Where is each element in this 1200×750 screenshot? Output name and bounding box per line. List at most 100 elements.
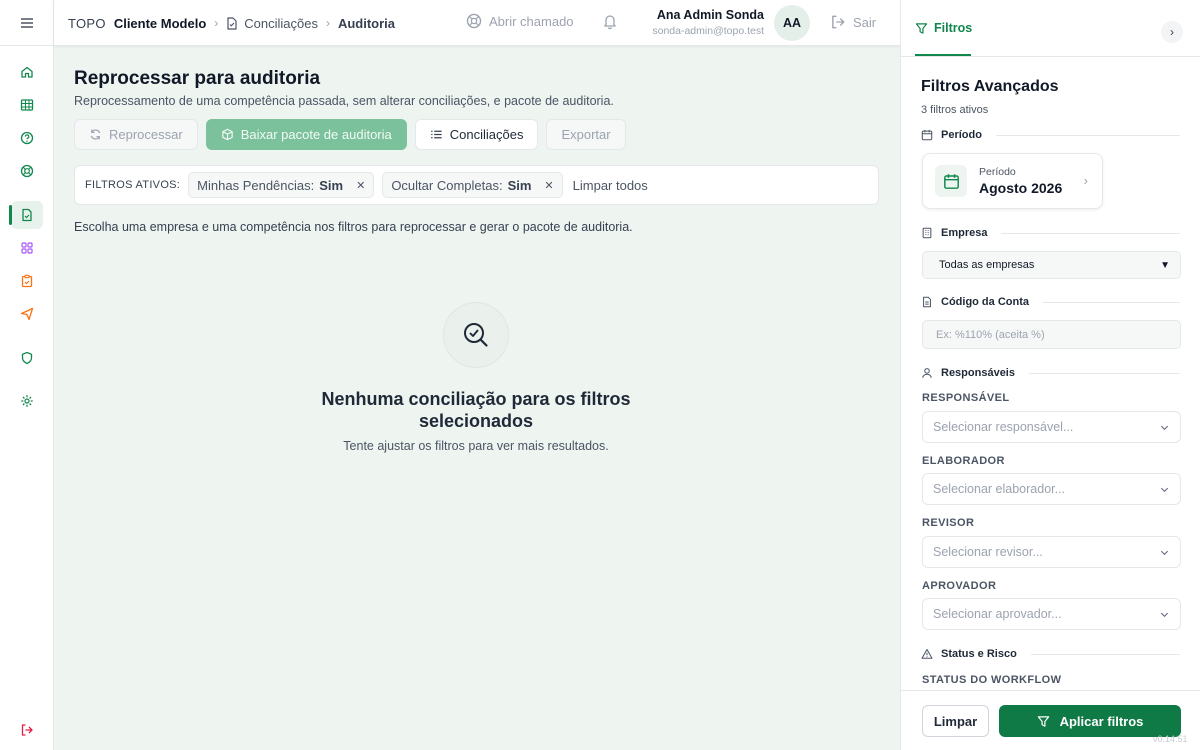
breadcrumb-conciliations[interactable]: Conciliações bbox=[226, 16, 318, 31]
section-responsibles-label: Responsáveis bbox=[941, 367, 1015, 379]
download-audit-package-button[interactable]: Baixar pacote de auditoria bbox=[205, 119, 407, 150]
logout-label: Sair bbox=[853, 14, 877, 30]
chevron-down-icon bbox=[1160, 487, 1169, 493]
active-filters-label: FILTROS ATIVOS: bbox=[85, 179, 181, 191]
lifebuoy-icon bbox=[466, 13, 482, 29]
sidebar-item-settings[interactable] bbox=[11, 387, 43, 415]
section-account-code: Código da Conta bbox=[921, 296, 1180, 308]
settings-icon bbox=[21, 395, 33, 407]
breadcrumb-current: Auditoria bbox=[337, 15, 396, 31]
period-value: Agosto 2026 bbox=[979, 180, 1063, 196]
conciliations-label: Conciliações bbox=[449, 127, 524, 142]
filter-chip-name: Minhas Pendências: bbox=[197, 177, 315, 193]
open-ticket-label: Abrir chamado bbox=[489, 13, 574, 29]
approver-placeholder: Selecionar aprovador... bbox=[933, 607, 1062, 621]
download-audit-package-label: Baixar pacote de auditoria bbox=[240, 127, 392, 142]
bell-icon bbox=[604, 15, 616, 30]
sidebar-item-support[interactable] bbox=[11, 157, 43, 185]
page-title: Reprocessar para auditoria bbox=[74, 68, 321, 89]
panel-title: Filtros Avançados bbox=[921, 78, 1059, 95]
action-toolbar: Reprocessar Baixar pacote de auditoria C… bbox=[74, 119, 626, 150]
tab-filters-label: Filtros bbox=[934, 21, 973, 35]
document-icon bbox=[923, 296, 931, 308]
breadcrumb-label: Conciliações bbox=[244, 15, 318, 31]
document-icon bbox=[22, 208, 32, 222]
clear-all-filters-link[interactable]: Limpar todos bbox=[573, 178, 648, 193]
clear-filters-button[interactable]: Limpar bbox=[922, 705, 989, 737]
calendar-icon bbox=[921, 129, 933, 141]
active-filters-count: 3 filtros ativos bbox=[921, 104, 989, 116]
section-period: Período bbox=[921, 129, 1180, 141]
sidebar-item-logout[interactable] bbox=[11, 716, 43, 744]
sidebar-item-conciliations[interactable] bbox=[9, 201, 43, 229]
building-icon bbox=[922, 227, 932, 239]
calendar-icon bbox=[935, 165, 967, 197]
chevron-right-icon: › bbox=[325, 16, 330, 30]
user-info[interactable]: Ana Admin Sonda sonda-admin@topo.test bbox=[644, 8, 764, 37]
filter-icon bbox=[915, 22, 928, 34]
chevron-right-icon: › bbox=[1170, 25, 1174, 39]
brand-logo[interactable]: TOPO bbox=[68, 16, 106, 31]
export-button[interactable]: Exportar bbox=[546, 119, 626, 150]
search-check-icon bbox=[464, 323, 488, 347]
notifications-button[interactable] bbox=[602, 13, 618, 35]
sidebar-item-send[interactable] bbox=[11, 300, 43, 328]
reviewer-placeholder: Selecionar revisor... bbox=[933, 545, 1043, 559]
account-code-input[interactable]: Ex: %110% (aceita %) bbox=[922, 320, 1181, 349]
document-icon bbox=[227, 16, 237, 30]
logout-button[interactable]: Sair bbox=[830, 14, 876, 30]
responsible-placeholder: Selecionar responsável... bbox=[933, 420, 1074, 434]
instruction-text: Escolha uma empresa e uma competência no… bbox=[74, 220, 633, 234]
preparer-select[interactable]: Selecionar elaborador... bbox=[922, 473, 1181, 505]
reprocess-button[interactable]: Reprocessar bbox=[74, 119, 198, 150]
section-status-risk-label: Status e Risco bbox=[941, 648, 1017, 660]
section-company: Empresa bbox=[921, 227, 1180, 239]
package-icon bbox=[221, 128, 233, 141]
company-select[interactable]: Todas as empresas ▼ bbox=[922, 251, 1181, 279]
shield-icon bbox=[21, 351, 33, 365]
logout-icon bbox=[832, 15, 845, 29]
refresh-icon bbox=[90, 129, 101, 140]
warning-icon bbox=[921, 649, 933, 659]
apply-filters-label: Aplicar filtros bbox=[1059, 713, 1144, 729]
collapse-panel-button[interactable]: › bbox=[1161, 21, 1183, 43]
tab-filters[interactable]: Filtros bbox=[915, 0, 972, 56]
page-subtitle: Reprocessamento de uma competência passa… bbox=[74, 94, 614, 108]
sidebar-item-tasks[interactable] bbox=[11, 267, 43, 295]
user-name: Ana Admin Sonda bbox=[656, 8, 764, 22]
filter-icon bbox=[1037, 715, 1049, 727]
apply-filters-button[interactable]: Aplicar filtros bbox=[999, 705, 1181, 737]
list-icon bbox=[430, 130, 442, 139]
send-icon bbox=[20, 307, 34, 321]
client-name[interactable]: Cliente Modelo bbox=[114, 16, 206, 31]
period-picker[interactable]: Período Agosto 2026 › bbox=[922, 153, 1103, 209]
avatar[interactable]: AA bbox=[774, 5, 810, 41]
sidebar-divider bbox=[0, 45, 54, 46]
sidebar-item-home[interactable] bbox=[11, 58, 43, 86]
sidebar-item-spreadsheet[interactable] bbox=[11, 91, 43, 119]
user-email: sonda-admin@topo.test bbox=[652, 25, 764, 37]
approver-label: APROVADOR bbox=[922, 580, 997, 592]
reviewer-select[interactable]: Selecionar revisor... bbox=[922, 536, 1181, 568]
responsible-select[interactable]: Selecionar responsável... bbox=[922, 411, 1181, 443]
conciliations-button[interactable]: Conciliações bbox=[414, 119, 539, 150]
chevron-right-icon: › bbox=[1083, 173, 1088, 188]
active-filters-bar: FILTROS ATIVOS: Minhas Pendências: Sim ✕… bbox=[74, 165, 879, 205]
sidebar bbox=[0, 0, 54, 750]
breadcrumb: TOPO Cliente Modelo › Conciliações › Aud… bbox=[68, 0, 395, 46]
chevron-right-icon: › bbox=[214, 16, 219, 30]
open-ticket-button[interactable]: Abrir chamado bbox=[466, 13, 574, 29]
sidebar-item-apps[interactable] bbox=[11, 234, 43, 262]
close-icon[interactable]: ✕ bbox=[356, 179, 365, 192]
sidebar-item-help[interactable] bbox=[11, 124, 43, 152]
section-responsibles: Responsáveis bbox=[921, 367, 1180, 379]
responsible-label: RESPONSÁVEL bbox=[922, 392, 1010, 404]
close-icon[interactable]: ✕ bbox=[544, 179, 553, 192]
approver-select[interactable]: Selecionar aprovador... bbox=[922, 598, 1181, 630]
chevron-down-icon bbox=[1160, 550, 1169, 556]
sidebar-item-security[interactable] bbox=[11, 344, 43, 372]
clipboard-icon bbox=[21, 274, 33, 288]
section-company-label: Empresa bbox=[941, 227, 988, 239]
menu-icon[interactable] bbox=[17, 14, 37, 32]
filters-panel: Filtros › Filtros Avançados 3 filtros at… bbox=[900, 0, 1200, 750]
